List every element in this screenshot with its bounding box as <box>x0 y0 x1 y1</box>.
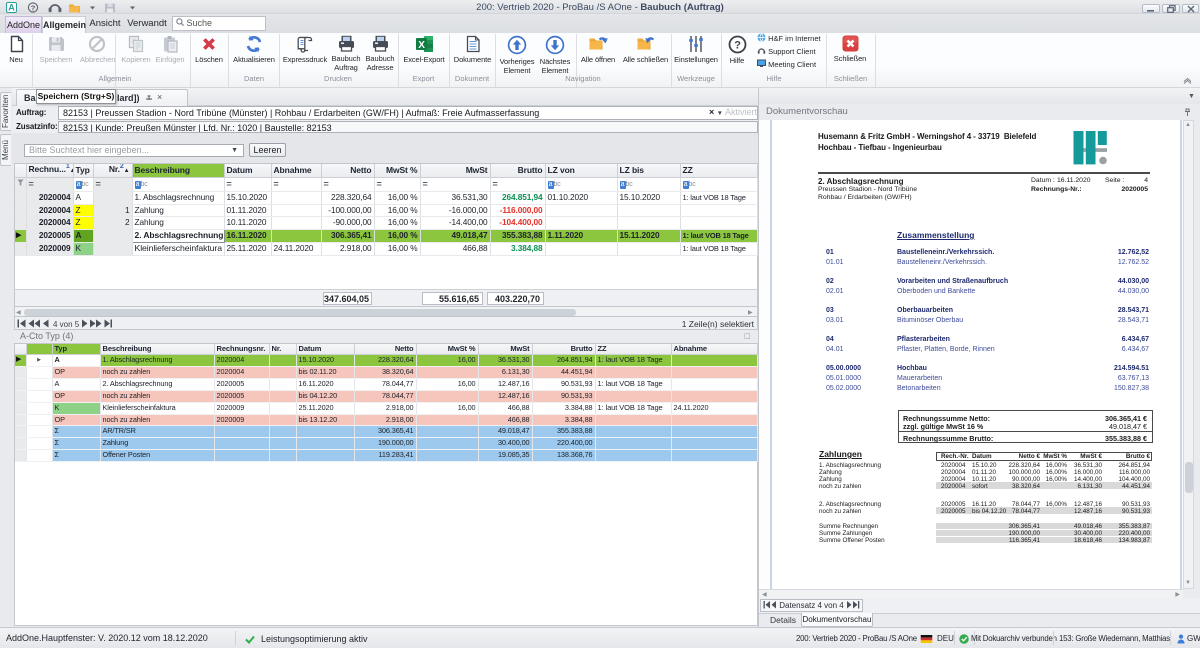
svg-text:A: A <box>8 3 15 13</box>
svg-text:?: ? <box>734 40 741 52</box>
svg-text:X: X <box>418 40 425 51</box>
svg-text:?: ? <box>31 3 36 12</box>
